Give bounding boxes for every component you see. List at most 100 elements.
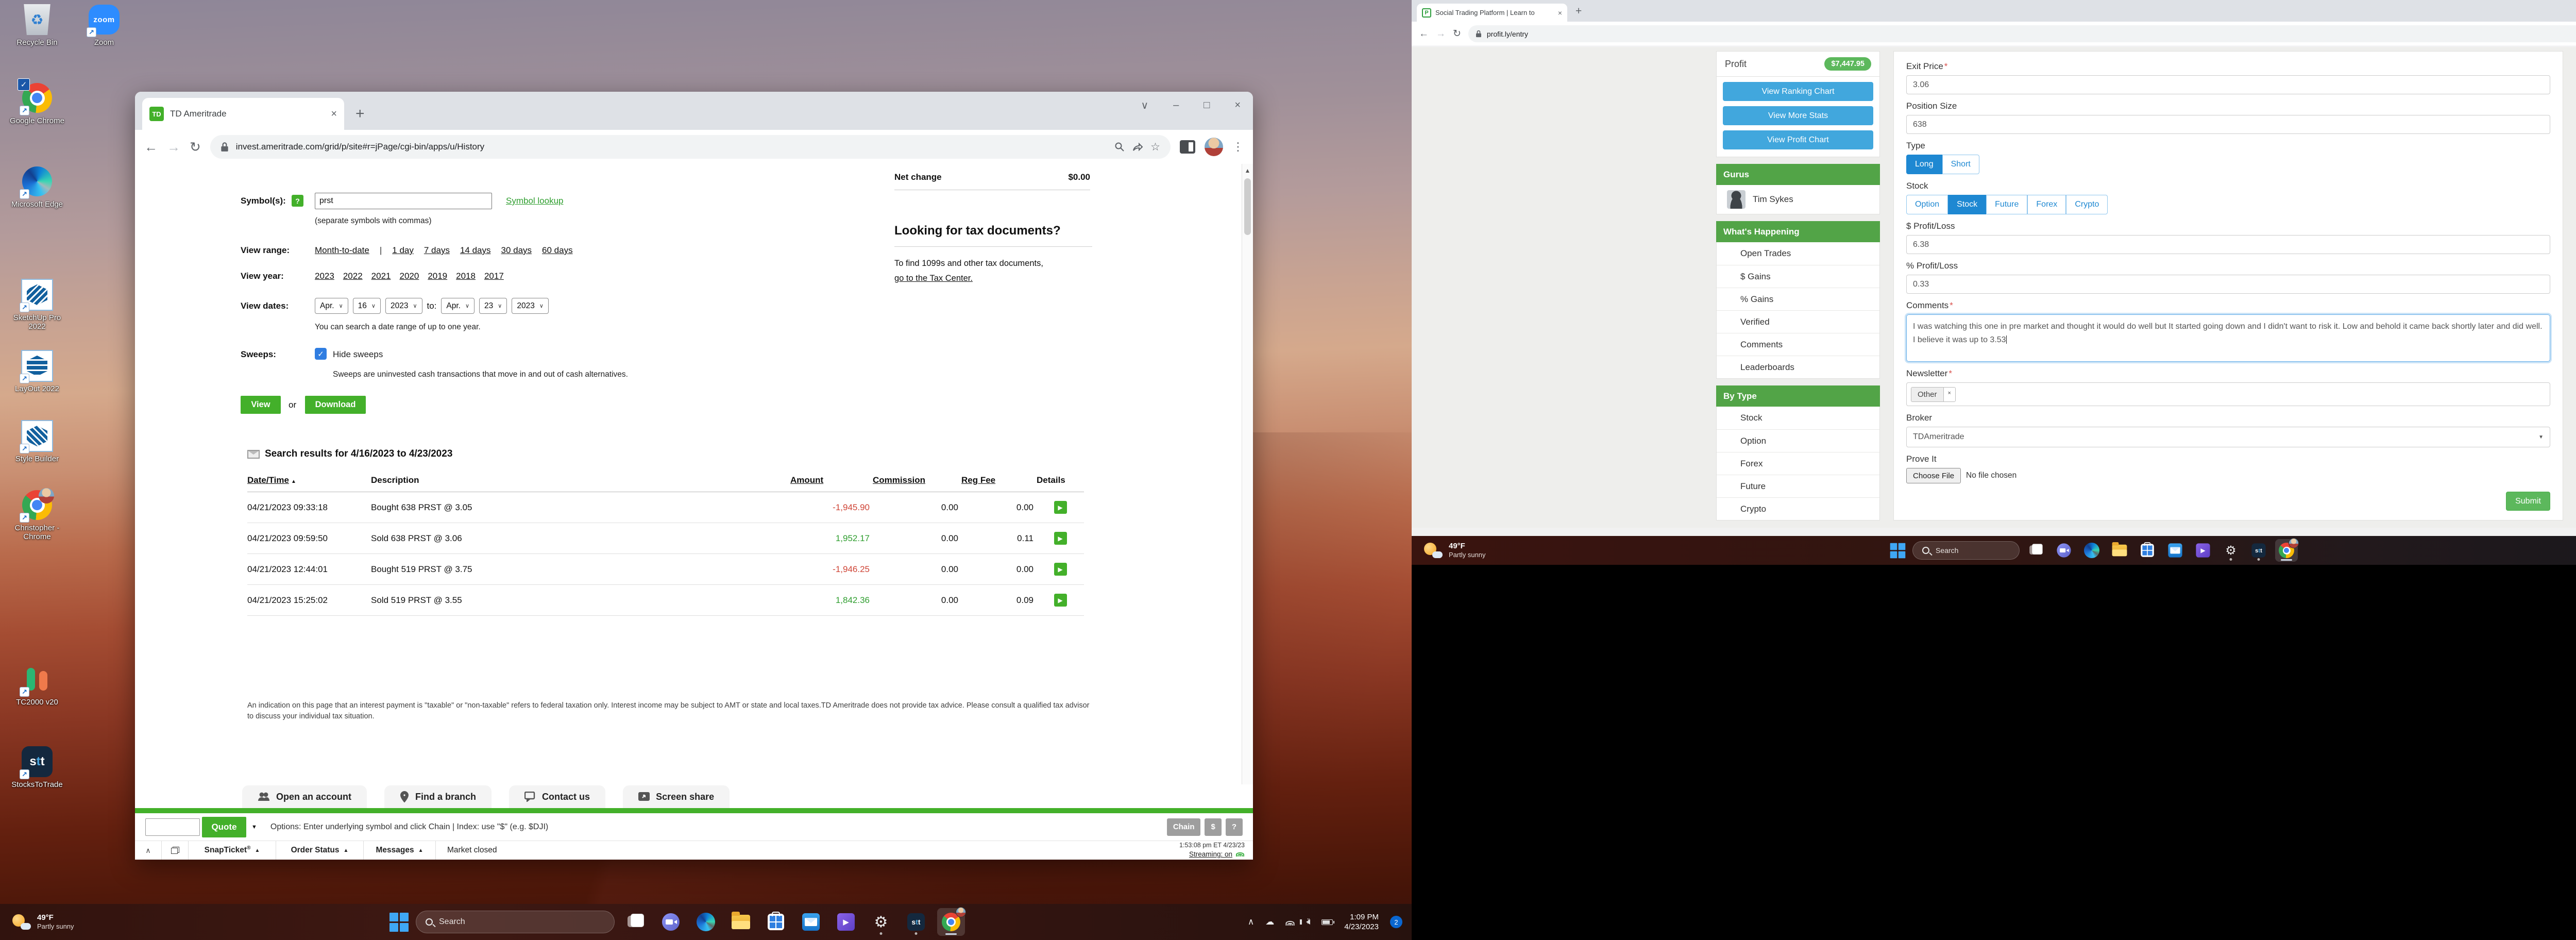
browser-tab-profitly[interactable]: P Social Trading Platform | Learn to × — [1417, 4, 1567, 22]
bookmark-star-icon[interactable]: ☆ — [1150, 141, 1160, 154]
address-bar[interactable]: invest.ameritrade.com/grid/p/site#r=jPag… — [210, 135, 1171, 159]
quote-button[interactable]: Quote — [202, 817, 246, 837]
desktop-icon-recycle-bin[interactable]: ♻ Recycle Bin — [4, 3, 70, 47]
streaming-toggle[interactable]: Streaming: on — [1189, 850, 1232, 858]
profile-avatar[interactable] — [1205, 138, 1223, 156]
broker-select[interactable]: TDAmeritrade ▼ — [1906, 427, 2550, 447]
edge-button[interactable] — [2080, 539, 2103, 562]
newsletter-input[interactable]: Other × — [1906, 382, 2550, 406]
year-2022[interactable]: 2022 — [343, 271, 363, 281]
details-button[interactable]: ▶ — [1054, 532, 1067, 545]
reload-button[interactable]: ↻ — [1453, 28, 1461, 40]
collapse-section-icon[interactable] — [247, 450, 260, 459]
asset-crypto-button[interactable]: Crypto — [2066, 195, 2108, 214]
range-30-days[interactable]: 30 days — [501, 245, 532, 256]
find-branch-tab[interactable]: Find a branch — [384, 785, 492, 808]
details-button[interactable]: ▶ — [1054, 501, 1067, 514]
sidebar-item-leaderboards[interactable]: Leaderboards — [1717, 356, 1879, 378]
file-explorer-button[interactable] — [727, 908, 755, 936]
range-1-day[interactable]: 1 day — [392, 245, 414, 256]
taskbar-clock[interactable]: 1:09 PM 4/23/2023 — [1344, 912, 1379, 932]
maximize-button[interactable]: □ — [1204, 99, 1210, 111]
start-button[interactable] — [389, 913, 409, 932]
chat-button[interactable] — [2053, 539, 2075, 562]
details-button[interactable]: ▶ — [1054, 563, 1067, 576]
taskbar-search[interactable]: Search — [1912, 541, 2020, 560]
address-bar[interactable]: profit.ly/entry ☆ — [1468, 25, 2576, 42]
sidebar-item-option[interactable]: Option — [1717, 429, 1879, 452]
task-view-button[interactable] — [622, 908, 650, 936]
tax-center-link[interactable]: go to the Tax Center. — [894, 274, 973, 283]
year-2017[interactable]: 2017 — [484, 271, 504, 281]
browser-tab-td-ameritrade[interactable]: TD TD Ameritrade × — [142, 98, 344, 130]
search-icon[interactable] — [1114, 142, 1125, 152]
messages-tab[interactable]: Messages ▲ — [364, 841, 436, 860]
stockstotrade-button[interactable]: stt — [902, 908, 930, 936]
new-tab-button[interactable]: + — [355, 105, 365, 123]
minimize-button[interactable]: – — [1173, 99, 1179, 111]
pct-pl-input[interactable] — [1906, 275, 2550, 294]
screen-share-tab[interactable]: Screen share — [623, 785, 730, 808]
scrollbar-thumb[interactable] — [1244, 178, 1251, 235]
horizontal-scrollbar[interactable] — [1412, 528, 2576, 536]
dollar-pl-input[interactable] — [1906, 235, 2550, 254]
year-2023[interactable]: 2023 — [315, 271, 334, 281]
movies-tv-button[interactable]: ▶ — [832, 908, 860, 936]
view-more-stats-button[interactable]: View More Stats — [1723, 106, 1873, 125]
quote-symbol-input[interactable] — [145, 818, 200, 836]
view-ranking-chart-button[interactable]: View Ranking Chart — [1723, 82, 1873, 101]
sidebar-item-crypto[interactable]: Crypto — [1717, 497, 1879, 520]
chain-button[interactable]: Chain — [1167, 818, 1201, 836]
settings-button[interactable]: ⚙ — [867, 908, 895, 936]
col-header-amount[interactable]: Amount — [790, 471, 873, 492]
microsoft-store-button[interactable] — [2136, 539, 2159, 562]
col-header-commission[interactable]: Commission — [873, 471, 961, 492]
sidebar-item-comments[interactable]: Comments — [1717, 333, 1879, 356]
mail-button[interactable] — [797, 908, 825, 936]
to-day-select[interactable]: 23∨ — [479, 298, 507, 314]
collapse-dock-icon[interactable]: ∧ — [135, 841, 162, 860]
year-2018[interactable]: 2018 — [456, 271, 476, 281]
movies-tv-button[interactable]: ▶ — [2192, 539, 2214, 562]
forward-button[interactable]: → — [167, 139, 180, 155]
back-button[interactable]: ← — [144, 139, 158, 155]
to-month-select[interactable]: Apr.∨ — [441, 298, 474, 314]
weather-widget[interactable]: 49°F Partly sunny — [0, 913, 74, 931]
exit-price-input[interactable] — [1906, 75, 2550, 94]
sidebar-item-pct-gains[interactable]: % Gains — [1717, 288, 1879, 310]
page-scrollbar[interactable]: ▲ — [1242, 164, 1253, 784]
sidebar-item-dollar-gains[interactable]: $ Gains — [1717, 265, 1879, 288]
symbol-lookup-link[interactable]: Symbol lookup — [506, 196, 564, 206]
year-2020[interactable]: 2020 — [399, 271, 419, 281]
asset-forex-button[interactable]: Forex — [2027, 195, 2066, 214]
year-2019[interactable]: 2019 — [428, 271, 447, 281]
asset-future-button[interactable]: Future — [1986, 195, 2027, 214]
remove-tag-icon[interactable]: × — [1943, 388, 1955, 401]
chat-button[interactable] — [657, 908, 685, 936]
hide-sweeps-checkbox[interactable]: ✓ — [315, 348, 327, 360]
range-60-days[interactable]: 60 days — [542, 245, 573, 256]
desktop-icon-microsoft-edge[interactable]: ↗ Microsoft Edge — [4, 165, 70, 209]
sidebar-item-forex[interactable]: Forex — [1717, 452, 1879, 475]
choose-file-button[interactable]: Choose File — [1906, 468, 1961, 483]
sidebar-item-verified[interactable]: Verified — [1717, 310, 1879, 333]
desktop-icon-sketchup[interactable]: ↗ SketchUp Pro 2022 — [4, 278, 70, 331]
wifi-icon[interactable] — [1285, 919, 1295, 926]
comments-textarea[interactable]: I was watching this one in pre market an… — [1906, 314, 2550, 362]
col-header-datetime[interactable]: Date/Time▲ — [247, 471, 371, 492]
symbol-input[interactable] — [315, 193, 492, 209]
download-button[interactable]: Download — [305, 396, 366, 414]
start-button[interactable] — [1890, 543, 1906, 558]
asset-option-button[interactable]: Option — [1906, 195, 1948, 214]
contact-us-tab[interactable]: Contact us — [509, 785, 605, 808]
desktop-icon-style-builder[interactable]: ↗ Style Builder — [4, 419, 70, 463]
task-view-button[interactable] — [2025, 539, 2047, 562]
details-button[interactable]: ▶ — [1054, 594, 1067, 607]
file-explorer-button[interactable] — [2108, 539, 2131, 562]
order-status-tab[interactable]: Order Status ▲ — [276, 841, 364, 860]
desktop-icon-tc2000[interactable]: ↗ TC2000 v20 — [4, 663, 70, 707]
forward-button[interactable]: → — [1436, 28, 1446, 40]
from-month-select[interactable]: Apr.∨ — [315, 298, 348, 314]
sidebar-item-stock[interactable]: Stock — [1717, 407, 1879, 429]
popout-icon[interactable] — [162, 841, 189, 860]
